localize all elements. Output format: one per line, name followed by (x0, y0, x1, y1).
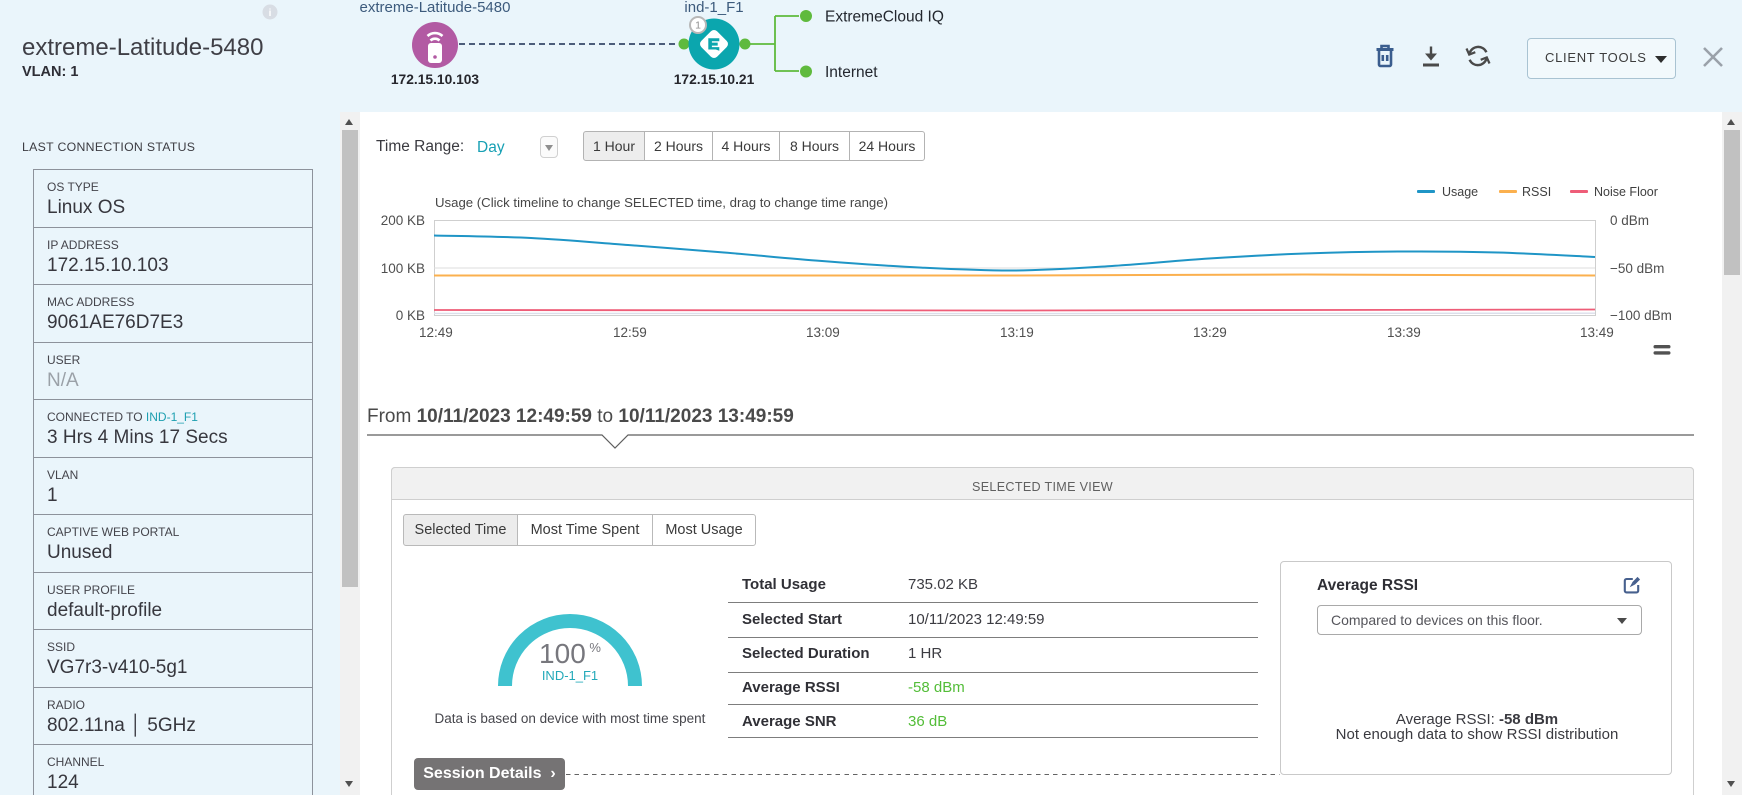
svg-text:ind-1_F1: ind-1_F1 (684, 0, 743, 16)
svg-text:Internet: Internet (825, 64, 878, 81)
svg-text:172.15.10.103: 172.15.10.103 (391, 72, 480, 87)
svg-text:172.15.10.21: 172.15.10.21 (674, 72, 755, 87)
svg-text:1: 1 (695, 20, 701, 32)
svg-text:extreme-Latitude-5480: extreme-Latitude-5480 (360, 0, 511, 16)
svg-text:ExtremeCloud IQ: ExtremeCloud IQ (825, 9, 944, 26)
svg-text:i: i (269, 8, 272, 19)
